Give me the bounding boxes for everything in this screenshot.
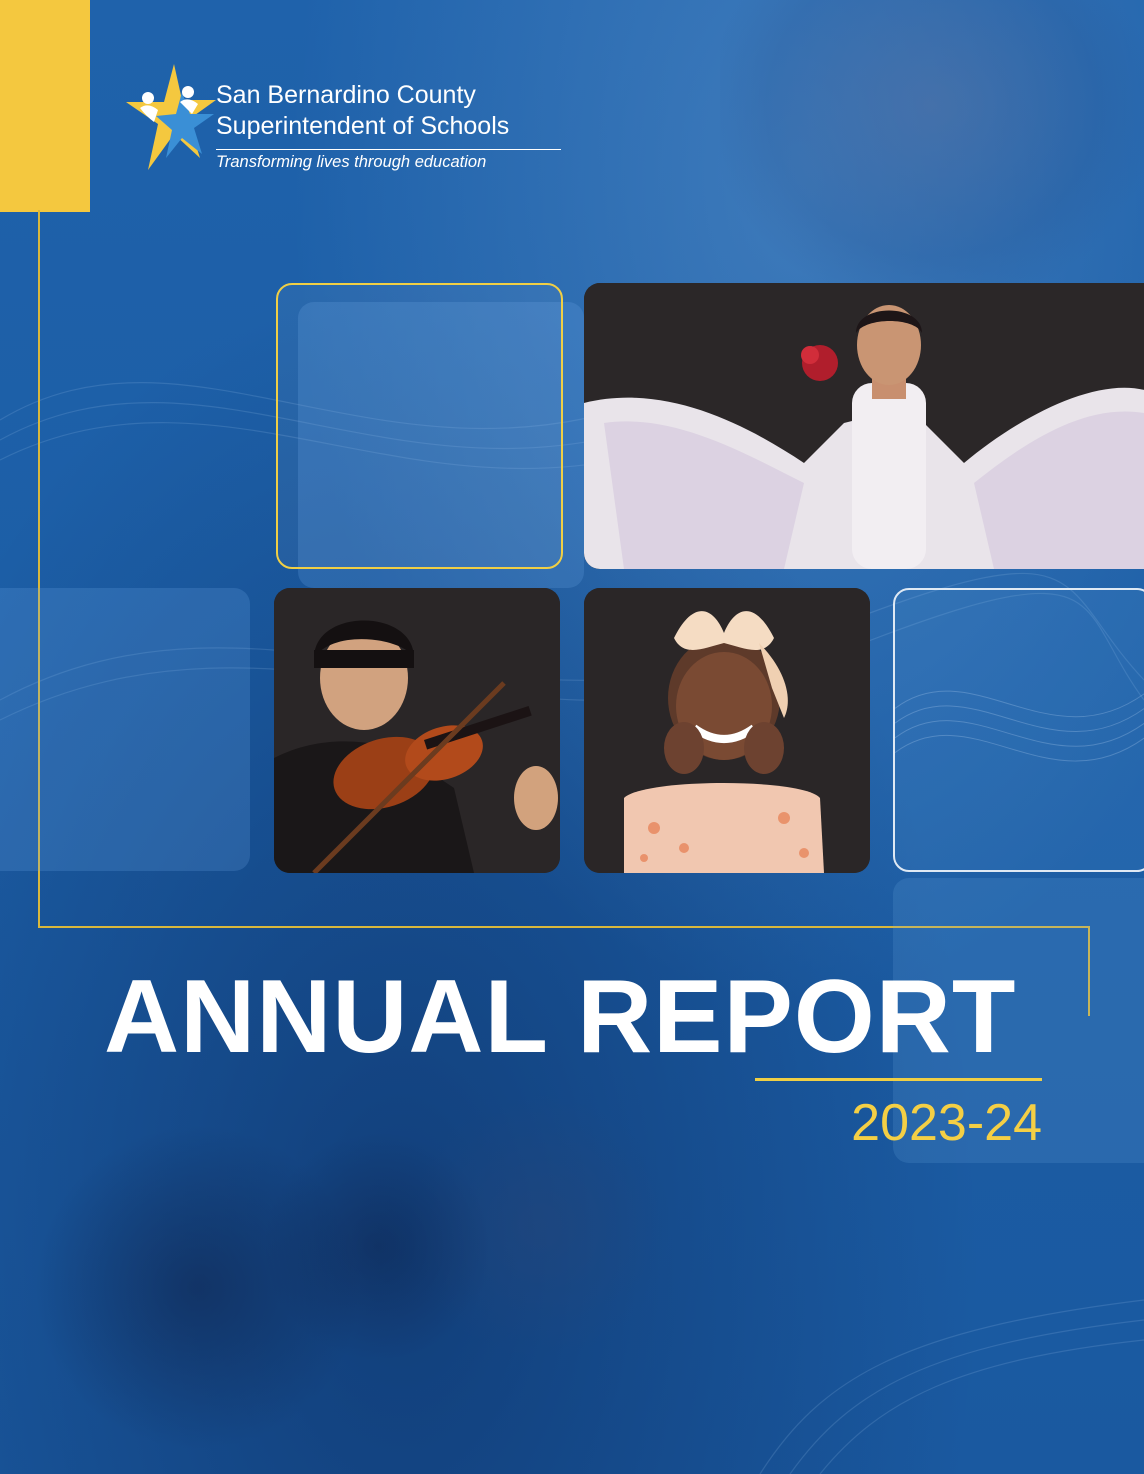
report-year: 2023-24: [851, 1094, 1042, 1152]
star-logo-icon: [126, 64, 216, 170]
organization-name-line1: San Bernardino County: [216, 81, 476, 109]
report-title: ANNUAL REPORT: [104, 959, 1017, 1075]
photo-smiling-girl: [584, 588, 870, 873]
cover-page: San Bernardino County Superintendent of …: [0, 0, 1144, 1474]
organization-tagline: Transforming lives through education: [216, 153, 487, 171]
decorative-tile-left: [0, 588, 250, 871]
decorative-tile-outline-yellow: [276, 283, 563, 569]
organization-logo: San Bernardino County Superintendent of …: [126, 62, 566, 177]
photo-folklorico-dancer: [584, 283, 1144, 569]
organization-name: San Bernardino County Superintendent of …: [216, 80, 509, 142]
title-divider: [755, 1078, 1042, 1081]
yellow-corner-tab: [0, 0, 90, 212]
photo-student-violinist: [274, 588, 560, 873]
decorative-tile-outline-white: [893, 588, 1144, 872]
organization-name-line2: Superintendent of Schools: [216, 112, 510, 140]
logo-divider: [216, 149, 561, 150]
